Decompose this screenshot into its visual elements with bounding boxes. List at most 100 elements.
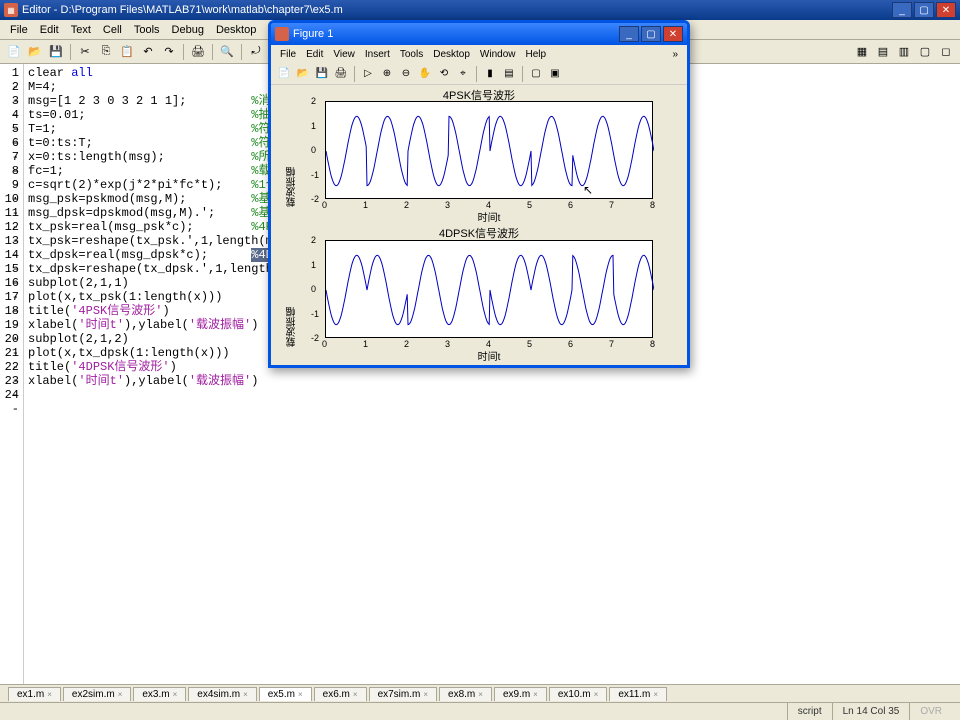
tab-close-icon[interactable]: × bbox=[653, 690, 658, 699]
single-icon[interactable]: ▢ bbox=[915, 42, 935, 62]
tab-close-icon[interactable]: × bbox=[298, 690, 303, 699]
chart1-ylabel: 载波振幅 bbox=[285, 117, 300, 207]
figure-window[interactable]: Figure 1 _ ▢ ✕ File Edit View Insert Too… bbox=[268, 20, 690, 368]
chart2-title: 4DPSK信号波形 bbox=[271, 225, 687, 241]
figure-menubar: File Edit View Insert Tools Desktop Wind… bbox=[271, 45, 687, 63]
figure-canvas: 4PSK信号波形 载波振幅 012345678-2-1012 时间t 4DPSK… bbox=[271, 85, 687, 365]
ytick: 2 bbox=[311, 96, 316, 106]
line-number: 14 - bbox=[0, 248, 19, 262]
hide-tools-icon[interactable]: ▢ bbox=[527, 65, 545, 83]
chart1-axes bbox=[325, 101, 653, 199]
file-tab[interactable]: ex11.m× bbox=[609, 687, 667, 701]
cut-icon[interactable]: ✂ bbox=[75, 42, 95, 62]
tab-close-icon[interactable]: × bbox=[533, 690, 538, 699]
line-number: 19 - bbox=[0, 318, 19, 332]
ytick: -2 bbox=[311, 333, 319, 343]
copy-icon[interactable]: ⎘ bbox=[96, 42, 116, 62]
vsplit-icon[interactable]: ▥ bbox=[894, 42, 914, 62]
line-number: 21 - bbox=[0, 346, 19, 360]
menu-edit[interactable]: Edit bbox=[34, 22, 65, 38]
figure-menu-insert[interactable]: Insert bbox=[360, 48, 395, 61]
file-tab[interactable]: ex4sim.m× bbox=[188, 687, 256, 701]
figure-menu-edit[interactable]: Edit bbox=[301, 48, 328, 61]
tab-close-icon[interactable]: × bbox=[353, 690, 358, 699]
menu-cell[interactable]: Cell bbox=[97, 22, 128, 38]
find-icon[interactable]: 🔍 bbox=[217, 42, 237, 62]
paste-icon[interactable]: 📋 bbox=[117, 42, 137, 62]
fig-save-icon[interactable]: 💾 bbox=[313, 65, 331, 83]
file-tab[interactable]: ex1.m× bbox=[8, 687, 61, 701]
figure-menu-view[interactable]: View bbox=[328, 48, 360, 61]
tab-close-icon[interactable]: × bbox=[478, 690, 483, 699]
tab-close-icon[interactable]: × bbox=[423, 690, 428, 699]
chart2-xlabel: 时间t bbox=[325, 348, 653, 363]
minimize-button[interactable]: _ bbox=[892, 2, 912, 18]
figure-titlebar[interactable]: Figure 1 _ ▢ ✕ bbox=[271, 23, 687, 45]
legend-icon[interactable]: ▤ bbox=[500, 65, 518, 83]
figure-menu-window[interactable]: Window bbox=[475, 48, 521, 61]
code-line[interactable]: xlabel('时间t'),ylabel('载波振幅') bbox=[28, 374, 956, 388]
menu-tools[interactable]: Tools bbox=[128, 22, 166, 38]
tab-close-icon[interactable]: × bbox=[594, 690, 599, 699]
menu-overflow-icon[interactable]: » bbox=[667, 48, 683, 61]
tab-close-icon[interactable]: × bbox=[118, 690, 123, 699]
file-tab[interactable]: ex2sim.m× bbox=[63, 687, 131, 701]
line-number: 13 - bbox=[0, 234, 19, 248]
code-line[interactable] bbox=[28, 388, 956, 402]
figure-menu-tools[interactable]: Tools bbox=[395, 48, 428, 61]
pointer-icon[interactable]: ▷ bbox=[359, 65, 377, 83]
tab-close-icon[interactable]: × bbox=[47, 690, 52, 699]
data-cursor-icon[interactable]: ⌖ bbox=[454, 65, 472, 83]
menu-text[interactable]: Text bbox=[65, 22, 97, 38]
file-tab[interactable]: ex6.m× bbox=[314, 687, 367, 701]
figure-minimize-button[interactable]: _ bbox=[619, 26, 639, 42]
file-tabs: ex1.m×ex2sim.m×ex3.m×ex4sim.m×ex5.m×ex6.… bbox=[0, 684, 960, 702]
file-tab[interactable]: ex9.m× bbox=[494, 687, 547, 701]
save-icon[interactable]: 💾 bbox=[46, 42, 66, 62]
print-icon[interactable]: 🖨 bbox=[188, 42, 208, 62]
menu-file[interactable]: File bbox=[4, 22, 34, 38]
fig-open-icon[interactable]: 📂 bbox=[294, 65, 312, 83]
file-tab[interactable]: ex10.m× bbox=[549, 687, 607, 701]
menu-desktop[interactable]: Desktop bbox=[210, 22, 262, 38]
line-number: 24 - bbox=[0, 388, 19, 402]
line-number: 7 - bbox=[0, 150, 19, 164]
editor-titlebar[interactable]: ▦ Editor - D:\Program Files\MATLAB71\wor… bbox=[0, 0, 960, 20]
max-icon[interactable]: ◻ bbox=[936, 42, 956, 62]
figure-close-button[interactable]: ✕ bbox=[663, 26, 683, 42]
line-number: 5 - bbox=[0, 122, 19, 136]
redo-icon[interactable]: ↷ bbox=[159, 42, 179, 62]
new-icon[interactable]: 📄 bbox=[4, 42, 24, 62]
ytick: 2 bbox=[311, 235, 316, 245]
rotate-icon[interactable]: ⟲ bbox=[435, 65, 453, 83]
close-button[interactable]: ✕ bbox=[936, 2, 956, 18]
file-tab[interactable]: ex7sim.m× bbox=[369, 687, 437, 701]
ytick: 1 bbox=[311, 121, 316, 131]
undo-icon[interactable]: ↶ bbox=[138, 42, 158, 62]
tab-close-icon[interactable]: × bbox=[243, 690, 248, 699]
line-number: 11 - bbox=[0, 206, 19, 220]
menu-debug[interactable]: Debug bbox=[166, 22, 210, 38]
colorbar-icon[interactable]: ▮ bbox=[481, 65, 499, 83]
zoom-out-icon[interactable]: ⊖ bbox=[397, 65, 415, 83]
tile-icon[interactable]: ▦ bbox=[852, 42, 872, 62]
show-tools-icon[interactable]: ▣ bbox=[546, 65, 564, 83]
pan-icon[interactable]: ✋ bbox=[416, 65, 434, 83]
figure-maximize-button[interactable]: ▢ bbox=[641, 26, 661, 42]
line-number: 8 - bbox=[0, 164, 19, 178]
line-number: 3 - bbox=[0, 94, 19, 108]
file-tab[interactable]: ex3.m× bbox=[133, 687, 186, 701]
hsplit-icon[interactable]: ▤ bbox=[873, 42, 893, 62]
tab-close-icon[interactable]: × bbox=[173, 690, 178, 699]
fig-new-icon[interactable]: 📄 bbox=[275, 65, 293, 83]
open-icon[interactable]: 📂 bbox=[25, 42, 45, 62]
maximize-button[interactable]: ▢ bbox=[914, 2, 934, 18]
set-path-icon[interactable]: ⤾ bbox=[246, 42, 266, 62]
figure-menu-help[interactable]: Help bbox=[521, 48, 552, 61]
fig-print-icon[interactable]: 🖨 bbox=[332, 65, 350, 83]
file-tab[interactable]: ex5.m× bbox=[259, 687, 312, 701]
zoom-in-icon[interactable]: ⊕ bbox=[378, 65, 396, 83]
file-tab[interactable]: ex8.m× bbox=[439, 687, 492, 701]
figure-menu-file[interactable]: File bbox=[275, 48, 301, 61]
figure-menu-desktop[interactable]: Desktop bbox=[428, 48, 475, 61]
